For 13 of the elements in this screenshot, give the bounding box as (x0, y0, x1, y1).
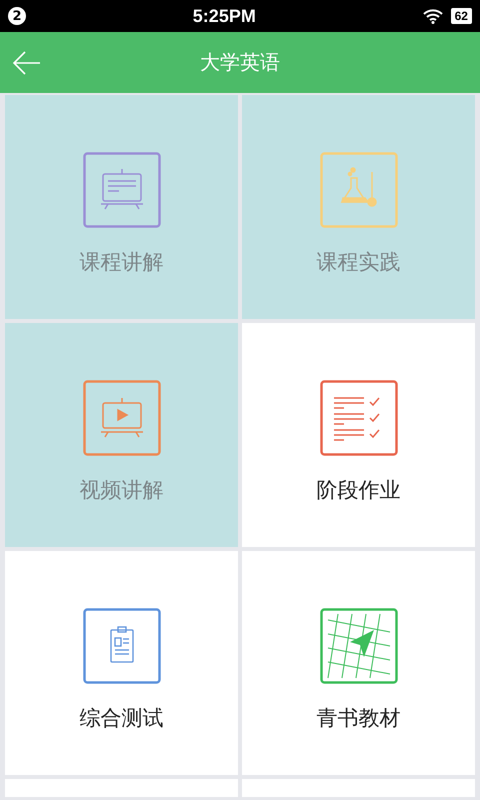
tile-label: 课程实践 (316, 249, 400, 276)
notification-count: 2 (8, 7, 26, 25)
page-title: 大学英语 (200, 49, 280, 76)
tile-label: 综合测试 (80, 705, 164, 732)
menu-tile[interactable]: 综合测试 (5, 551, 238, 775)
tile-label: 课程讲解 (80, 249, 164, 276)
battery-level: 62 (450, 8, 472, 24)
tile-label: 视频讲解 (80, 477, 164, 504)
tile-label: 阶段作业 (316, 477, 400, 504)
menu-tile[interactable]: 阶段作业 (242, 323, 475, 547)
status-time: 5:25PM (192, 6, 256, 26)
menu-tile[interactable]: 青书教材 (242, 551, 475, 775)
tile-label: 青书教材 (316, 705, 400, 732)
